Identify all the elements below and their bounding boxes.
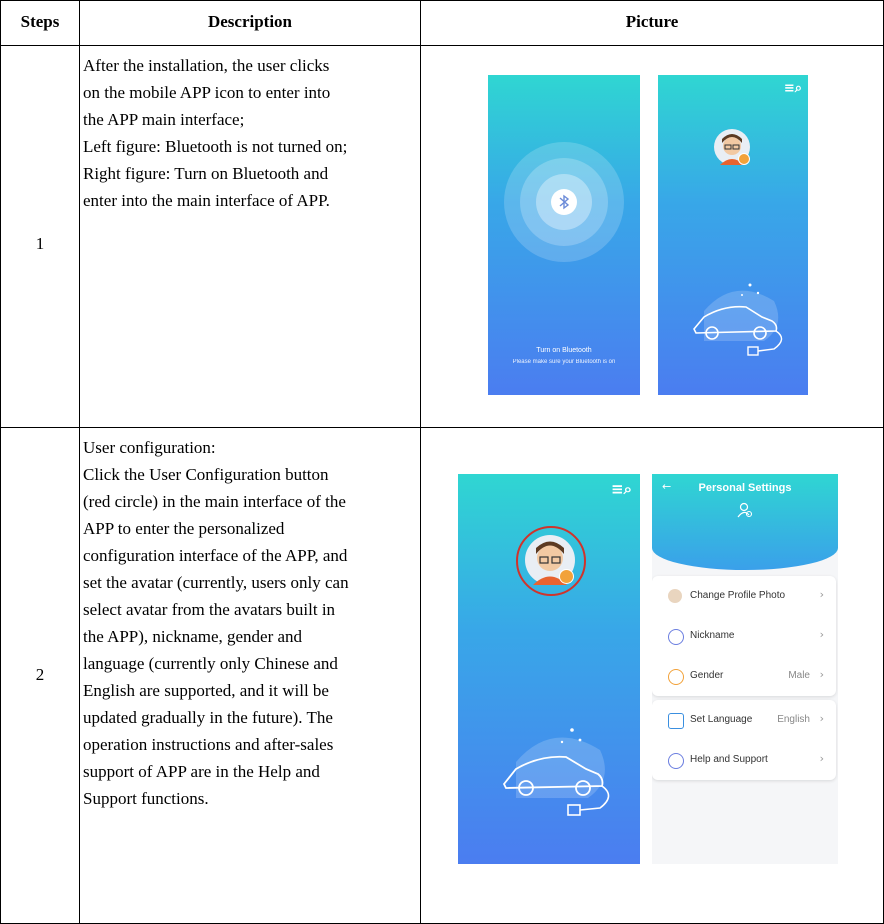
help-icon <box>668 753 684 769</box>
chevron-right-icon: › <box>819 628 824 641</box>
step-number: 2 <box>35 665 45 684</box>
bluetooth-title: Turn on Bluetooth <box>536 347 592 354</box>
settings-row-label: Set Language <box>690 714 753 725</box>
edit-badge-icon <box>738 153 750 165</box>
settings-row-label: Help and Support <box>690 754 768 765</box>
table-border-left <box>0 0 1 924</box>
menu-search-icon[interactable]: ≡⌕ <box>784 81 802 96</box>
table-row-divider <box>0 427 884 428</box>
header-picture: Picture <box>625 12 679 31</box>
chevron-right-icon: › <box>819 668 824 681</box>
step-description: User configuration: Click the User Confi… <box>83 438 349 808</box>
gender-icon <box>668 669 684 685</box>
settings-row-value: English <box>777 714 810 725</box>
col-divider-1 <box>79 0 80 924</box>
settings-row-help[interactable]: Help and Support › <box>652 740 836 780</box>
settings-row-language[interactable]: Set Language English › <box>652 700 836 740</box>
chevron-right-icon: › <box>819 712 824 725</box>
user-settings-icon <box>737 502 753 518</box>
avatar-icon <box>668 589 682 603</box>
main-interface-screenshot: ≡⌕ <box>658 75 808 395</box>
table-border-top <box>0 0 884 1</box>
settings-row-nickname[interactable]: Nickname › <box>652 616 836 656</box>
settings-row-gender[interactable]: Gender Male › <box>652 656 836 696</box>
user-config-main-screenshot: ≡⌕ <box>458 474 640 864</box>
settings-card-general: Set Language English › Help and Support … <box>652 700 836 780</box>
language-icon <box>668 713 684 729</box>
bluetooth-subtitle: Please make sure your Bluetooth is on <box>512 359 616 365</box>
user-config-button[interactable] <box>525 535 575 585</box>
user-icon <box>668 629 684 645</box>
table-header-divider <box>0 45 884 46</box>
edit-badge-icon <box>559 569 574 584</box>
col-divider-2 <box>420 0 421 924</box>
header-steps: Steps <box>20 12 60 31</box>
settings-row-label: Gender <box>690 670 724 681</box>
bluetooth-off-screenshot: Turn on Bluetooth Please make sure your … <box>488 75 640 395</box>
settings-title: Personal Settings <box>698 482 792 494</box>
electric-car-illustration <box>693 283 783 356</box>
settings-card-profile: Change Profile Photo › Nickname › Gender… <box>652 576 836 696</box>
settings-row-value: Male <box>788 670 810 681</box>
step-description: After the installation, the user clicks … <box>83 56 348 210</box>
menu-search-icon[interactable]: ≡⌕ <box>611 480 632 498</box>
electric-car-illustration <box>502 728 610 816</box>
user-avatar[interactable] <box>714 129 750 165</box>
header-description: Description <box>207 12 293 31</box>
chevron-right-icon: › <box>819 588 824 601</box>
chevron-right-icon: › <box>819 752 824 765</box>
personal-settings-screenshot: ← Personal Settings Change Profile Photo… <box>652 474 838 864</box>
step-number: 1 <box>35 234 45 253</box>
settings-row-label: Change Profile Photo <box>690 590 786 601</box>
settings-row-change-photo[interactable]: Change Profile Photo › <box>652 576 836 616</box>
bluetooth-icon <box>559 194 570 210</box>
settings-row-label: Nickname <box>690 630 735 641</box>
